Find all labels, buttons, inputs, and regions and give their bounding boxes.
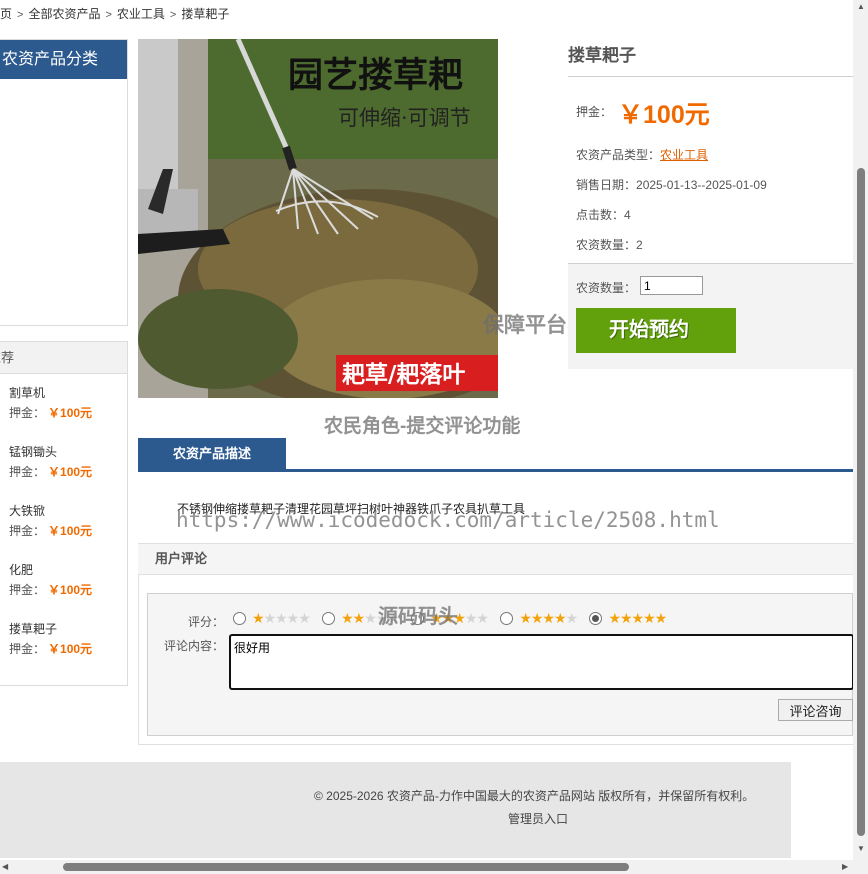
image-subtitle: 可伸缩·可调节 bbox=[338, 106, 471, 130]
content-label: 评论内容： bbox=[164, 639, 225, 653]
recommend-item-price: 押金： ￥100元 bbox=[9, 406, 93, 420]
breadcrumb: 首页 > 全部农资产品 > 农业工具 > 搂草耙子 bbox=[0, 5, 229, 21]
star-empty-icon: ★★★★ bbox=[263, 610, 311, 626]
recommend-item[interactable]: 化肥 押金： ￥100元 bbox=[9, 562, 92, 598]
type-row: 农资产品类型：农业工具 bbox=[576, 146, 708, 163]
admin-link[interactable]: 管理员入口 bbox=[508, 810, 568, 827]
star-filled-icon: ★★★★★ bbox=[608, 610, 667, 626]
breadcrumb-home[interactable]: 首页 bbox=[0, 5, 12, 22]
recommend-item-price: 押金： ￥100元 bbox=[9, 465, 93, 479]
type-link[interactable]: 农业工具 bbox=[660, 148, 708, 162]
submit-comment-button[interactable]: 评论咨询 bbox=[778, 699, 853, 721]
qty-label: 农资数量： bbox=[576, 281, 637, 295]
product-photo: 园艺搂草耙 可伸缩·可调节 耙草/耙落叶 bbox=[138, 39, 498, 398]
horizontal-scroll-thumb[interactable] bbox=[63, 863, 629, 871]
rating-option-1[interactable]: ★★★★★ bbox=[233, 610, 311, 627]
deposit-row: 押金： ￥100元 bbox=[576, 95, 710, 131]
clicks-value: 4 bbox=[624, 208, 631, 222]
rating-label: 评分： bbox=[188, 615, 225, 629]
star-filled-icon: ★★★★ bbox=[519, 610, 566, 626]
recommend-item-price: 押金： ￥100元 bbox=[9, 524, 93, 538]
recommend-item[interactable]: 大铁锨 押金： ￥100元 bbox=[9, 503, 92, 539]
recommend-item-price: 押金： ￥100元 bbox=[9, 583, 93, 597]
recommend-item-price: 押金： ￥100元 bbox=[9, 642, 93, 656]
clicks-label: 点击数： bbox=[576, 208, 625, 222]
star-empty-icon: ★ bbox=[565, 610, 579, 626]
radio-icon[interactable] bbox=[500, 612, 514, 625]
breadcrumb-category[interactable]: 农业工具 bbox=[117, 5, 165, 22]
chevron-right-icon: > bbox=[169, 9, 177, 21]
type-label: 农资产品类型： bbox=[576, 148, 661, 162]
footer bbox=[0, 762, 791, 858]
divider bbox=[568, 76, 853, 77]
watermark-brand: 源码码头 bbox=[378, 606, 458, 628]
radio-icon[interactable] bbox=[322, 612, 336, 625]
chevron-right-icon: > bbox=[105, 9, 112, 21]
quantity-input[interactable] bbox=[640, 276, 703, 295]
star-filled-icon: ★★ bbox=[341, 610, 365, 626]
stock-value: 2 bbox=[636, 238, 643, 252]
breadcrumb-all-products[interactable]: 全部农资产品 bbox=[28, 5, 100, 22]
recommend-item-name[interactable]: 锰钢锄头 bbox=[9, 444, 92, 460]
chevron-right-icon: > bbox=[17, 9, 24, 21]
footer-copyright: © 2025-2026 农资产品-力作中国最大的农资产品网站 版权所有，并保留所… bbox=[314, 789, 755, 803]
scroll-left-arrow-icon[interactable]: ◀ bbox=[2, 862, 8, 871]
recommend-item-name[interactable]: 化肥 bbox=[9, 562, 92, 578]
image-badge: 耙草/耙落叶 bbox=[342, 362, 465, 388]
star-filled-icon: ★ bbox=[252, 610, 265, 626]
watermark-role: 农民角色-提交评论功能 bbox=[324, 416, 521, 437]
product-image: 园艺搂草耙 可伸缩·可调节 耙草/耙落叶 bbox=[138, 39, 498, 398]
comments-title: 用户评论 bbox=[138, 543, 853, 575]
watermark-url: https://www.icodedock.com/article/2508.h… bbox=[176, 508, 720, 532]
scroll-down-arrow-icon[interactable]: ▼ bbox=[857, 844, 865, 853]
scroll-up-arrow-icon[interactable]: ▲ bbox=[857, 2, 865, 11]
stock-label: 农资数量： bbox=[576, 238, 637, 252]
tab-description[interactable]: 农资产品描述 bbox=[138, 438, 286, 469]
date-label: 销售日期： bbox=[576, 178, 637, 192]
vertical-scroll-thumb[interactable] bbox=[857, 168, 865, 836]
radio-icon[interactable] bbox=[233, 612, 246, 625]
star-empty-icon: ★★ bbox=[464, 610, 489, 626]
scroll-right-arrow-icon[interactable]: ▶ bbox=[842, 862, 848, 871]
tab-bar: 农资产品描述 bbox=[138, 438, 853, 472]
recommend-item-name[interactable]: 大铁锨 bbox=[9, 503, 92, 519]
date-row: 销售日期：2025-01-13--2025-01-09 bbox=[576, 176, 767, 193]
recommend-item[interactable]: 锰钢锄头 押金： ￥100元 bbox=[9, 444, 92, 480]
recommend-item[interactable]: 割草机 押金： ￥100元 bbox=[9, 385, 92, 421]
breadcrumb-current: 搂草耙子 bbox=[181, 7, 230, 21]
reserve-button[interactable]: 开始预约 bbox=[576, 308, 736, 353]
category-panel: 农资产品分类 bbox=[0, 39, 128, 326]
category-title: 农资产品分类 bbox=[0, 40, 127, 79]
recommend-item[interactable]: 搂草耙子 押金： ￥100元 bbox=[9, 621, 92, 657]
deposit-label: 押金： bbox=[576, 105, 613, 120]
stock-row: 农资数量：2 bbox=[576, 236, 643, 253]
recommend-item-name[interactable]: 割草机 bbox=[9, 385, 92, 401]
image-title: 园艺搂草耙 bbox=[288, 56, 463, 96]
deposit-value: ￥100元 bbox=[618, 101, 710, 129]
recommend-title: 推荐 bbox=[0, 342, 127, 374]
product-title: 搂草耙子 bbox=[568, 46, 636, 65]
recommend-item-name[interactable]: 搂草耙子 bbox=[9, 621, 92, 637]
comment-textarea[interactable]: 很好用 bbox=[229, 634, 854, 690]
watermark-platform: 保障平台 bbox=[483, 314, 567, 337]
rating-option-4[interactable]: ★★★★★ bbox=[500, 610, 579, 627]
radio-selected-icon[interactable] bbox=[589, 612, 603, 625]
clicks-row: 点击数：4 bbox=[576, 206, 631, 223]
date-value: 2025-01-13--2025-01-09 bbox=[636, 178, 767, 192]
rating-option-5[interactable]: ★★★★★ bbox=[589, 610, 667, 627]
